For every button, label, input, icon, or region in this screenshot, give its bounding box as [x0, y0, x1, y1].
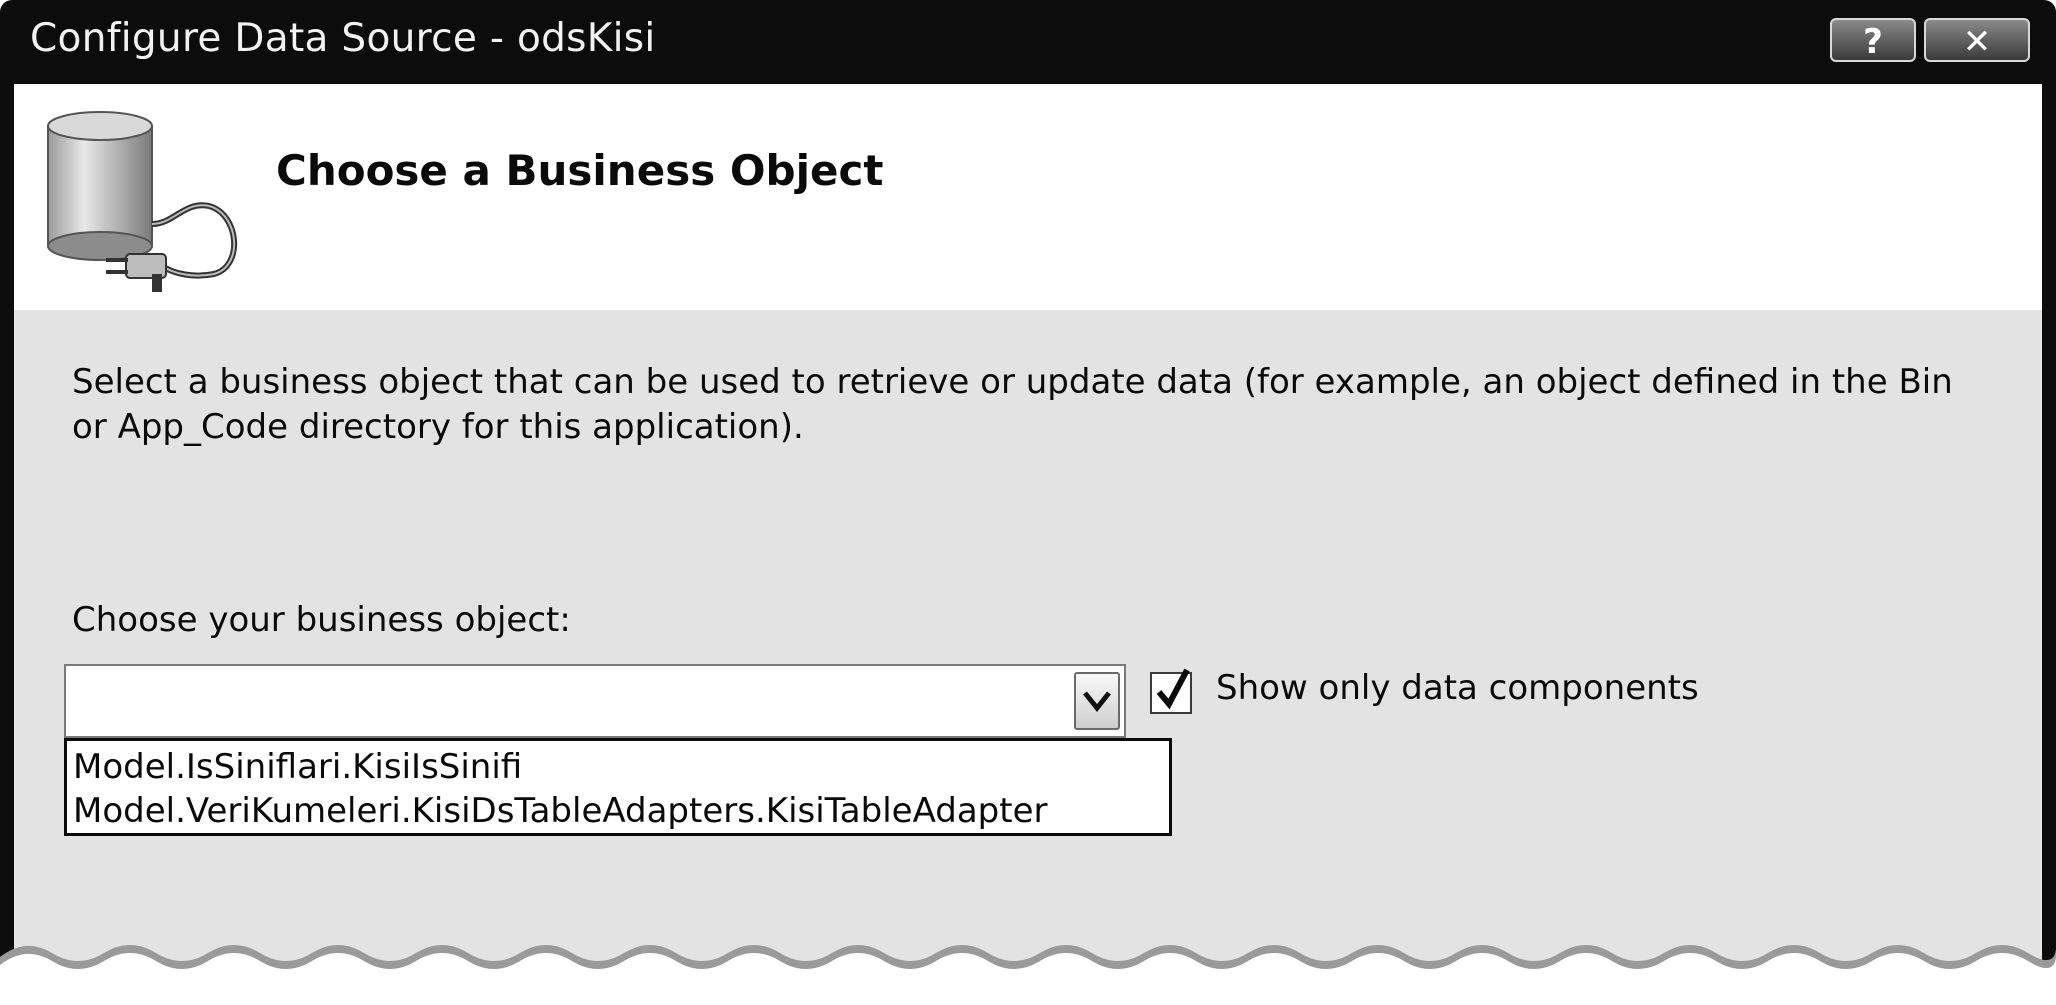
description-text: Select a business object that can be use…: [72, 362, 1953, 447]
torn-edge-decoration: [0, 945, 2056, 1005]
show-only-data-components-checkbox[interactable]: [1150, 668, 1192, 714]
wizard-content: Select a business object that can be use…: [14, 310, 2042, 1005]
dropdown-option-kisi-is-sinifi[interactable]: Model.IsSiniflari.KisiIsSinifi: [73, 745, 1163, 789]
window-frame-right: [2042, 84, 2056, 1005]
help-button[interactable]: ?: [1830, 18, 1916, 62]
window-title: Configure Data Source - odsKisi: [30, 16, 656, 61]
page-heading: Choose a Business Object: [276, 146, 884, 195]
database-plug-icon: [47, 111, 238, 292]
wizard-header: Choose a Business Object: [14, 84, 2042, 310]
close-button[interactable]: ✕: [1924, 18, 2030, 62]
business-object-label: Choose your business object:: [72, 600, 571, 640]
window-frame-left: [0, 84, 14, 1005]
dropdown-option-kisi-table-adapter[interactable]: Model.VeriKumeleri.KisiDsTableAdapters.K…: [73, 789, 1163, 833]
dropdown-button[interactable]: [1074, 672, 1120, 730]
business-object-dropdown-list: Model.IsSiniflari.KisiIsSinifi Model.Ver…: [64, 738, 1172, 836]
business-object-combobox[interactable]: [64, 664, 1126, 738]
show-only-data-components-label[interactable]: Show only data components: [1216, 668, 1699, 708]
configure-data-source-dialog: Configure Data Source - odsKisi ? ✕ Choo…: [0, 0, 2056, 1005]
title-bar[interactable]: Configure Data Source - odsKisi ? ✕: [0, 0, 2056, 84]
checkmark-icon: [1156, 668, 1190, 710]
chevron-down-icon: [1083, 691, 1111, 713]
